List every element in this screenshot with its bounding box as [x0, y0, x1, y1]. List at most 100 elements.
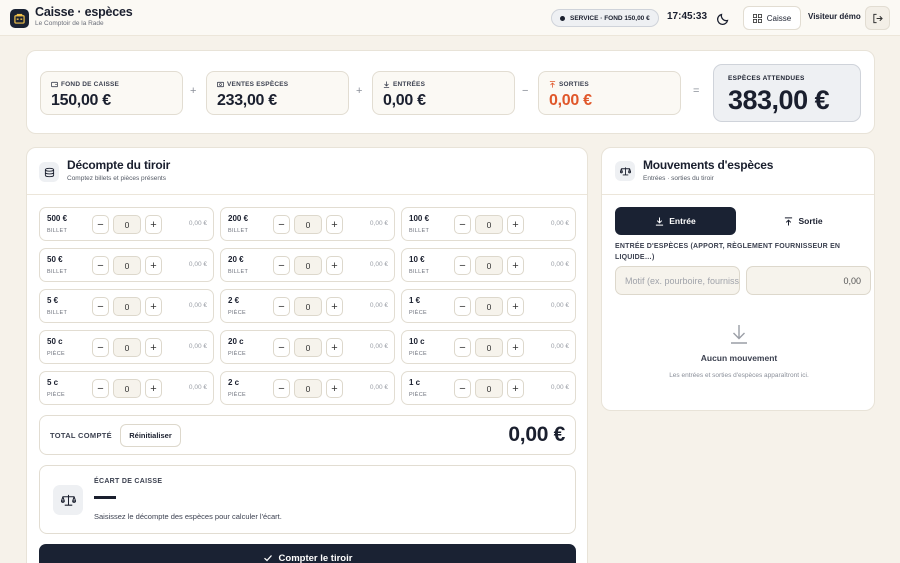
denomination-row: 20 c PIÈCE −0 +0,00 €: [220, 330, 395, 364]
decrement-button[interactable]: −: [92, 297, 109, 316]
tab-sortie[interactable]: Sortie: [743, 207, 864, 235]
total-counted-value: 0,00 €: [508, 423, 565, 446]
denomination-row: 10 € BILLET −0 +0,00 €: [401, 248, 576, 282]
logout-button[interactable]: [865, 6, 890, 30]
decrement-button[interactable]: −: [92, 379, 109, 398]
motif-input[interactable]: Motif (ex. pourboire, fournisseur…): [615, 266, 740, 295]
increment-button[interactable]: +: [507, 256, 524, 275]
quantity-input[interactable]: 0: [475, 338, 503, 357]
denomination-name: 2 c: [228, 378, 240, 387]
app-header: Caisse · espèces Le Comptoir de la Rade …: [0, 0, 900, 36]
denomination-name: 5 €: [47, 296, 59, 305]
quantity-input[interactable]: 0: [294, 338, 322, 357]
tab-entree[interactable]: Entrée: [615, 207, 736, 235]
drawer-subtitle: Comptez billets et pièces présents: [67, 175, 166, 182]
amount-input[interactable]: 0,00: [746, 266, 871, 295]
increment-button[interactable]: +: [145, 379, 162, 398]
quantity-input[interactable]: 0: [475, 379, 503, 398]
wallet-icon: [51, 81, 58, 88]
decrement-button[interactable]: −: [273, 379, 290, 398]
decrement-button[interactable]: −: [273, 215, 290, 234]
summary-ventes: VENTES ESPÈCES 233,00 €: [206, 71, 349, 115]
increment-button[interactable]: +: [326, 297, 343, 316]
count-drawer-button[interactable]: Compter le tiroir: [39, 544, 576, 563]
grid-icon: [752, 13, 762, 23]
decrement-button[interactable]: −: [454, 338, 471, 357]
plus-icon: +: [150, 259, 157, 272]
decrement-button[interactable]: −: [454, 297, 471, 316]
increment-button[interactable]: +: [326, 379, 343, 398]
increment-button[interactable]: +: [507, 215, 524, 234]
reset-button[interactable]: Réinitialiser: [120, 424, 181, 447]
decrement-button[interactable]: −: [92, 256, 109, 275]
decrement-button[interactable]: −: [454, 256, 471, 275]
minus-icon: −: [459, 259, 466, 272]
denomination-name: 10 c: [409, 337, 425, 346]
plus-icon: +: [331, 300, 338, 313]
plus-operator: +: [356, 85, 363, 97]
service-badge: SERVICE · FOND 150,00 €: [551, 9, 659, 27]
plus-icon: +: [150, 218, 157, 231]
denomination-amount: 0,00 €: [369, 220, 388, 227]
caisse-button[interactable]: Caisse: [743, 6, 801, 30]
increment-button[interactable]: +: [507, 297, 524, 316]
decrement-button[interactable]: −: [273, 338, 290, 357]
quantity-input[interactable]: 0: [475, 297, 503, 316]
plus-icon: +: [150, 341, 157, 354]
cash-gap-hint: Saisissez le décompte des espèces pour c…: [94, 512, 282, 521]
increment-button[interactable]: +: [145, 256, 162, 275]
decrement-button[interactable]: −: [454, 215, 471, 234]
quantity-input[interactable]: 0: [294, 215, 322, 234]
decrement-button[interactable]: −: [273, 256, 290, 275]
register-logo-icon: [10, 9, 29, 28]
quantity-input[interactable]: 0: [113, 215, 141, 234]
denomination-row: 10 c PIÈCE −0 +0,00 €: [401, 330, 576, 364]
increment-button[interactable]: +: [145, 338, 162, 357]
denomination-kind: BILLET: [228, 269, 249, 275]
increment-button[interactable]: +: [145, 215, 162, 234]
quantity-input[interactable]: 0: [113, 338, 141, 357]
minus-icon: −: [459, 341, 466, 354]
minus-icon: −: [459, 300, 466, 313]
increment-button[interactable]: +: [326, 338, 343, 357]
denomination-row: 200 € BILLET −0 +0,00 €: [220, 207, 395, 241]
quantity-input[interactable]: 0: [113, 256, 141, 275]
quantity-input[interactable]: 0: [294, 297, 322, 316]
tab-entree-label: Entrée: [669, 216, 696, 226]
increment-button[interactable]: +: [326, 215, 343, 234]
banknote-icon: [217, 81, 224, 88]
denomination-name: 2 €: [228, 296, 240, 305]
denomination-name: 20 €: [228, 255, 244, 264]
denomination-amount: 0,00 €: [188, 343, 207, 350]
increment-button[interactable]: +: [326, 256, 343, 275]
arrow-down-icon: [383, 81, 390, 88]
summary-ventes-value: 233,00 €: [217, 92, 277, 109]
denomination-kind: BILLET: [47, 310, 68, 316]
moon-icon[interactable]: [716, 10, 732, 26]
quantity-input[interactable]: 0: [294, 379, 322, 398]
increment-button[interactable]: +: [507, 379, 524, 398]
denomination-amount: 0,00 €: [188, 384, 207, 391]
quantity-input[interactable]: 0: [475, 215, 503, 234]
denomination-name: 20 c: [228, 337, 244, 346]
denomination-row: 1 € PIÈCE −0 +0,00 €: [401, 289, 576, 323]
increment-button[interactable]: +: [145, 297, 162, 316]
denomination-row: 2 € PIÈCE −0 +0,00 €: [220, 289, 395, 323]
decrement-button[interactable]: −: [92, 338, 109, 357]
logout-icon: [872, 13, 883, 24]
minus-icon: −: [278, 300, 285, 313]
empty-subtitle: Les entrées et sorties d'espèces apparaî…: [669, 372, 809, 379]
plus-icon: +: [331, 341, 338, 354]
expected-cash-label: ESPÈCES ATTENDUES: [728, 75, 805, 82]
expected-cash-value: 383,00 €: [728, 85, 830, 115]
quantity-input[interactable]: 0: [113, 297, 141, 316]
decrement-button[interactable]: −: [454, 379, 471, 398]
quantity-input[interactable]: 0: [113, 379, 141, 398]
plus-icon: +: [331, 218, 338, 231]
decrement-button[interactable]: −: [92, 215, 109, 234]
decrement-button[interactable]: −: [273, 297, 290, 316]
denomination-kind: PIÈCE: [47, 351, 66, 357]
quantity-input[interactable]: 0: [294, 256, 322, 275]
increment-button[interactable]: +: [507, 338, 524, 357]
quantity-input[interactable]: 0: [475, 256, 503, 275]
